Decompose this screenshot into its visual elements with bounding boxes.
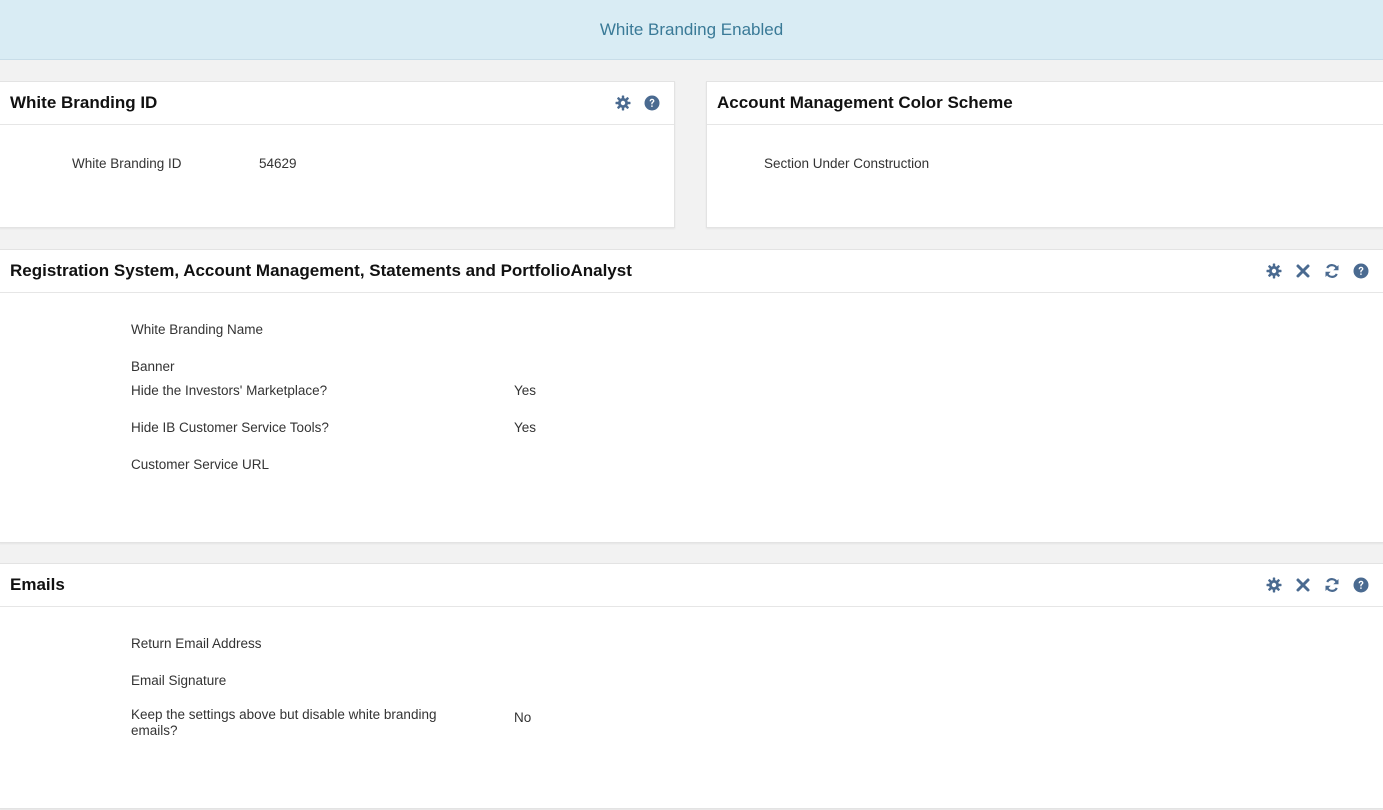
gear-icon[interactable] (1265, 576, 1283, 594)
field-label-disable-emails: Keep the settings above but disable whit… (131, 707, 437, 738)
banner-text: White Branding Enabled (599, 19, 784, 39)
field-value-hide-marketplace: Yes (514, 383, 537, 398)
field-value-disable-emails: No (514, 710, 532, 725)
panel-header: Registration System, Account Management,… (0, 250, 1383, 293)
refresh-icon[interactable] (1323, 262, 1341, 280)
field-label-hide-marketplace: Hide the Investors' Marketplace? (131, 383, 328, 398)
help-icon[interactable] (1352, 262, 1370, 280)
field-label-return-email: Return Email Address (131, 636, 262, 651)
panel-header: Account Management Color Scheme (707, 82, 1383, 125)
field-label-white-branding-name: White Branding Name (131, 322, 264, 337)
under-construction-message: Section Under Construction (764, 156, 930, 171)
panel-toolbar (1265, 576, 1373, 594)
field-label-white-branding-id: White Branding ID (72, 156, 182, 171)
gear-icon[interactable] (614, 94, 632, 112)
emails-panel: Emails Return Email Address Email Signat… (0, 563, 1383, 809)
registration-panel: Registration System, Account Management,… (0, 249, 1383, 543)
panel-title: Registration System, Account Management,… (10, 261, 632, 280)
field-label-email-signature: Email Signature (131, 673, 227, 688)
panel-title: White Branding ID (10, 93, 158, 112)
field-label-hide-service-tools: Hide IB Customer Service Tools? (131, 420, 329, 435)
panel-title: Emails (10, 575, 65, 594)
panel-header: White Branding ID (0, 82, 674, 125)
gear-icon[interactable] (1265, 262, 1283, 280)
field-value-white-branding-id: 54629 (259, 156, 297, 171)
help-icon[interactable] (643, 94, 661, 112)
white-branding-id-panel: White Branding ID White Branding ID 5462… (0, 81, 675, 228)
help-icon[interactable] (1352, 576, 1370, 594)
panel-header: Emails (0, 564, 1383, 607)
panel-toolbar (614, 94, 664, 112)
field-label-banner: Banner (131, 359, 175, 374)
close-icon[interactable] (1294, 262, 1312, 280)
refresh-icon[interactable] (1323, 576, 1341, 594)
status-banner: White Branding Enabled (0, 0, 1383, 60)
panel-toolbar (1265, 262, 1373, 280)
field-label-customer-service-url: Customer Service URL (131, 457, 270, 472)
field-value-hide-service-tools: Yes (514, 420, 537, 435)
close-icon[interactable] (1294, 576, 1312, 594)
panel-title: Account Management Color Scheme (717, 93, 1013, 112)
color-scheme-panel: Account Management Color Scheme Section … (706, 81, 1383, 228)
